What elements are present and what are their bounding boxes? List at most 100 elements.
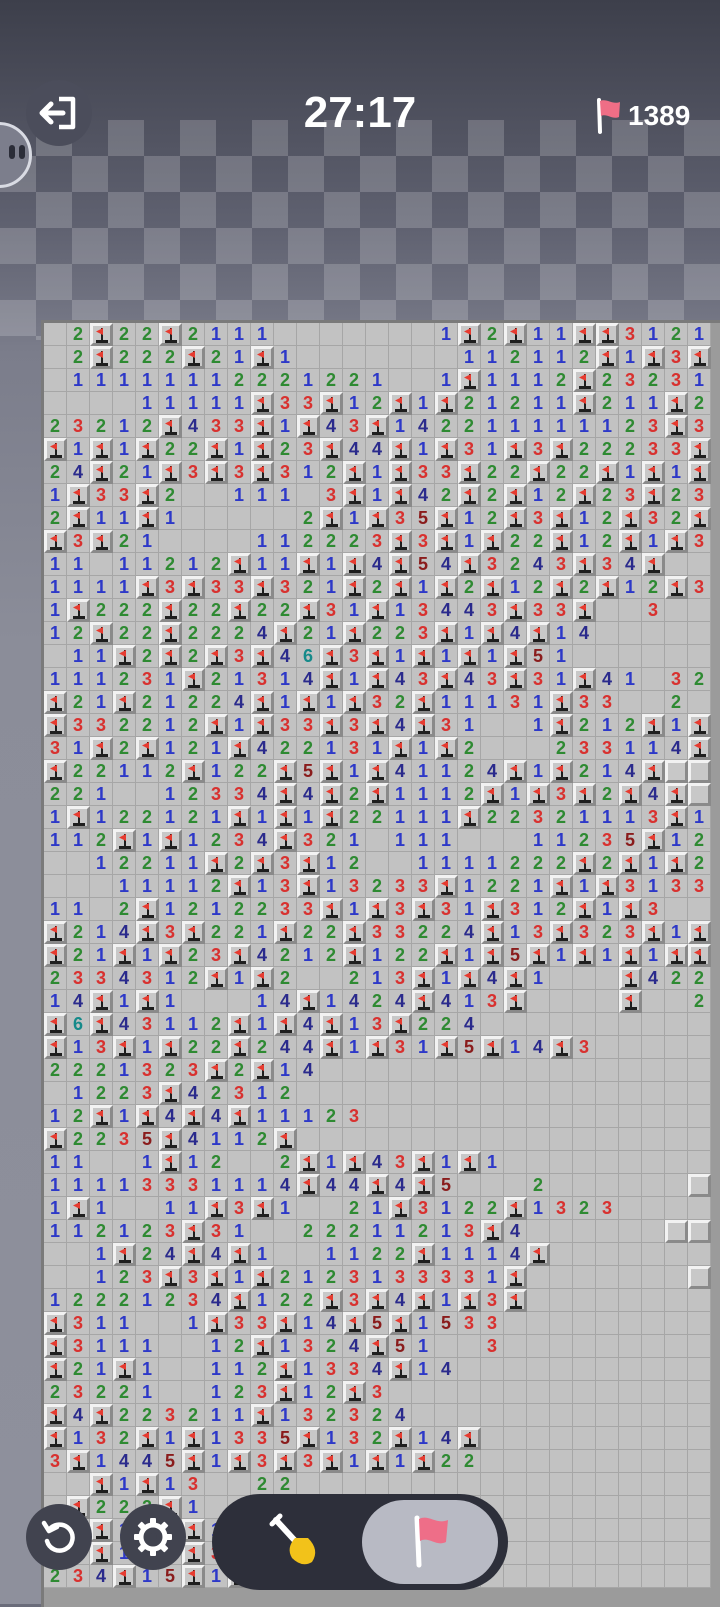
number-cell[interactable]: 1 bbox=[67, 1174, 90, 1197]
number-cell[interactable]: 4 bbox=[182, 1082, 205, 1105]
number-cell[interactable]: 1 bbox=[458, 714, 481, 737]
number-cell[interactable]: 1 bbox=[297, 1358, 320, 1381]
number-cell[interactable]: 1 bbox=[113, 1335, 136, 1358]
number-cell[interactable]: 3 bbox=[297, 829, 320, 852]
number-cell[interactable]: 1 bbox=[504, 921, 527, 944]
number-cell[interactable]: 5 bbox=[435, 1174, 458, 1197]
number-cell[interactable]: 3 bbox=[366, 921, 389, 944]
flagged-cell[interactable] bbox=[619, 944, 642, 967]
empty-cell[interactable] bbox=[665, 1105, 688, 1128]
number-cell[interactable]: 3 bbox=[596, 829, 619, 852]
number-cell[interactable]: 1 bbox=[412, 576, 435, 599]
flagged-cell[interactable] bbox=[251, 1266, 274, 1289]
empty-cell[interactable] bbox=[389, 852, 412, 875]
number-cell[interactable]: 1 bbox=[435, 829, 458, 852]
empty-cell[interactable] bbox=[665, 1358, 688, 1381]
number-cell[interactable]: 4 bbox=[389, 1289, 412, 1312]
empty-cell[interactable] bbox=[113, 392, 136, 415]
number-cell[interactable]: 1 bbox=[228, 1128, 251, 1151]
number-cell[interactable]: 4 bbox=[458, 599, 481, 622]
number-cell[interactable]: 1 bbox=[44, 484, 67, 507]
flagged-cell[interactable] bbox=[205, 1266, 228, 1289]
flagged-cell[interactable] bbox=[343, 553, 366, 576]
empty-cell[interactable] bbox=[619, 1151, 642, 1174]
number-cell[interactable]: 2 bbox=[389, 1243, 412, 1266]
flagged-cell[interactable] bbox=[320, 392, 343, 415]
flagged-cell[interactable] bbox=[251, 461, 274, 484]
empty-cell[interactable] bbox=[412, 1105, 435, 1128]
number-cell[interactable]: 1 bbox=[90, 1174, 113, 1197]
number-cell[interactable]: 1 bbox=[527, 875, 550, 898]
number-cell[interactable]: 4 bbox=[251, 622, 274, 645]
number-cell[interactable]: 2 bbox=[458, 392, 481, 415]
flagged-cell[interactable] bbox=[297, 553, 320, 576]
empty-cell[interactable] bbox=[343, 323, 366, 346]
flagged-cell[interactable] bbox=[44, 944, 67, 967]
number-cell[interactable]: 5 bbox=[389, 1335, 412, 1358]
flagged-cell[interactable] bbox=[320, 760, 343, 783]
number-cell[interactable]: 2 bbox=[205, 1151, 228, 1174]
flagged-cell[interactable] bbox=[412, 1174, 435, 1197]
number-cell[interactable]: 2 bbox=[504, 530, 527, 553]
number-cell[interactable]: 1 bbox=[458, 346, 481, 369]
number-cell[interactable]: 1 bbox=[44, 806, 67, 829]
number-cell[interactable]: 4 bbox=[182, 1128, 205, 1151]
flagged-cell[interactable] bbox=[67, 484, 90, 507]
empty-cell[interactable] bbox=[297, 323, 320, 346]
empty-cell[interactable] bbox=[504, 1335, 527, 1358]
flagged-cell[interactable] bbox=[504, 967, 527, 990]
number-cell[interactable]: 1 bbox=[412, 1312, 435, 1335]
number-cell[interactable]: 1 bbox=[412, 1358, 435, 1381]
number-cell[interactable]: 2 bbox=[366, 576, 389, 599]
number-cell[interactable]: 1 bbox=[90, 944, 113, 967]
number-cell[interactable]: 2 bbox=[251, 369, 274, 392]
number-cell[interactable]: 2 bbox=[665, 691, 688, 714]
empty-cell[interactable] bbox=[90, 553, 113, 576]
number-cell[interactable]: 1 bbox=[205, 1427, 228, 1450]
flagged-cell[interactable] bbox=[343, 1151, 366, 1174]
number-cell[interactable]: 1 bbox=[113, 1220, 136, 1243]
empty-cell[interactable] bbox=[435, 1059, 458, 1082]
empty-cell[interactable] bbox=[688, 1128, 711, 1151]
flagged-cell[interactable] bbox=[412, 1151, 435, 1174]
number-cell[interactable]: 1 bbox=[251, 1082, 274, 1105]
number-cell[interactable]: 3 bbox=[573, 691, 596, 714]
empty-cell[interactable] bbox=[458, 1358, 481, 1381]
number-cell[interactable]: 2 bbox=[113, 346, 136, 369]
flagged-cell[interactable] bbox=[182, 346, 205, 369]
number-cell[interactable]: 4 bbox=[297, 1036, 320, 1059]
number-cell[interactable]: 3 bbox=[228, 783, 251, 806]
empty-cell[interactable] bbox=[205, 990, 228, 1013]
empty-cell[interactable] bbox=[688, 1358, 711, 1381]
number-cell[interactable]: 1 bbox=[274, 553, 297, 576]
flagged-cell[interactable] bbox=[366, 415, 389, 438]
flagged-cell[interactable] bbox=[573, 553, 596, 576]
number-cell[interactable]: 2 bbox=[182, 645, 205, 668]
number-cell[interactable]: 2 bbox=[228, 760, 251, 783]
number-cell[interactable]: 1 bbox=[596, 806, 619, 829]
empty-cell[interactable] bbox=[90, 875, 113, 898]
number-cell[interactable]: 1 bbox=[67, 898, 90, 921]
number-cell[interactable]: 2 bbox=[458, 576, 481, 599]
number-cell[interactable]: 3 bbox=[136, 967, 159, 990]
number-cell[interactable]: 3 bbox=[228, 645, 251, 668]
empty-cell[interactable] bbox=[205, 484, 228, 507]
number-cell[interactable]: 1 bbox=[458, 622, 481, 645]
number-cell[interactable]: 3 bbox=[504, 691, 527, 714]
number-cell[interactable]: 2 bbox=[596, 507, 619, 530]
flagged-cell[interactable] bbox=[688, 944, 711, 967]
number-cell[interactable]: 1 bbox=[251, 553, 274, 576]
empty-cell[interactable] bbox=[688, 599, 711, 622]
number-cell[interactable]: 4 bbox=[343, 990, 366, 1013]
flagged-cell[interactable] bbox=[159, 1151, 182, 1174]
number-cell[interactable]: 1 bbox=[182, 1151, 205, 1174]
flagged-cell[interactable] bbox=[205, 645, 228, 668]
number-cell[interactable]: 3 bbox=[642, 507, 665, 530]
number-cell[interactable]: 3 bbox=[389, 1036, 412, 1059]
empty-cell[interactable] bbox=[297, 967, 320, 990]
number-cell[interactable]: 1 bbox=[205, 1404, 228, 1427]
number-cell[interactable]: 2 bbox=[366, 1404, 389, 1427]
number-cell[interactable]: 3 bbox=[619, 484, 642, 507]
number-cell[interactable]: 3 bbox=[573, 1036, 596, 1059]
flagged-cell[interactable] bbox=[90, 346, 113, 369]
